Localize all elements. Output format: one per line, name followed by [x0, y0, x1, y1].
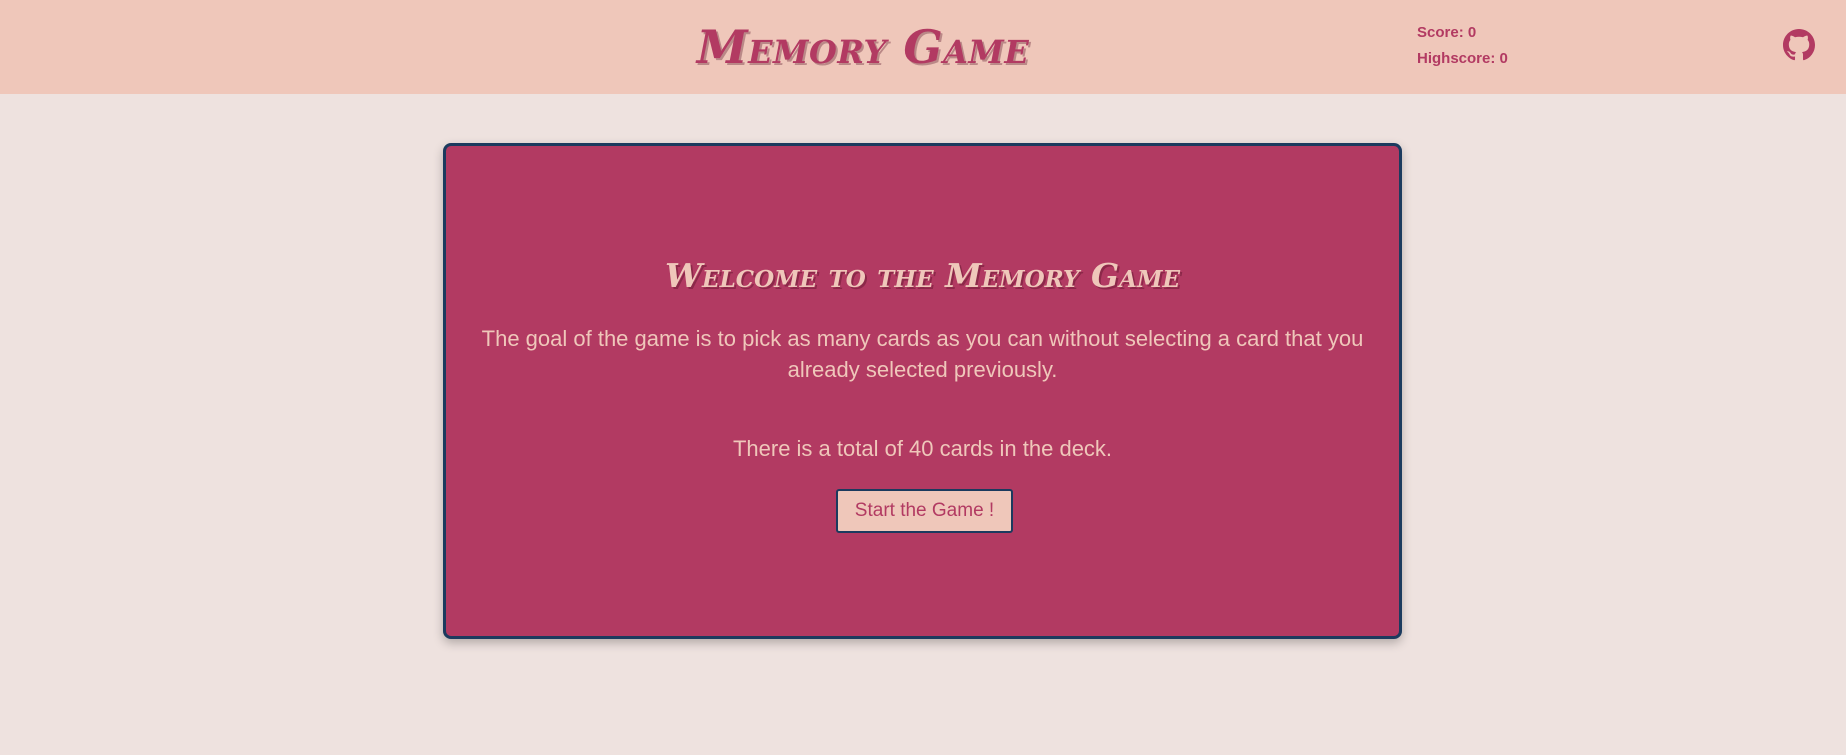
deck-total-text: There is a total of 40 cards in the deck… [732, 436, 1113, 461]
start-game-button[interactable]: Start the Game ! [836, 489, 1013, 533]
score-board: Score: 0 Highscore: 0 [1417, 20, 1508, 72]
welcome-panel: Welcome to the Memory Game The goal of t… [443, 143, 1402, 639]
top-header: Memory Game Score: 0 Highscore: 0 [0, 0, 1846, 94]
github-icon[interactable] [1783, 29, 1815, 61]
score-label: Score: 0 [1417, 24, 1477, 41]
highscore-label: Highscore: 0 [1417, 50, 1508, 67]
game-description: The goal of the game is to pick as many … [481, 326, 1364, 382]
welcome-heading: Welcome to the Memory Game [665, 256, 1180, 295]
